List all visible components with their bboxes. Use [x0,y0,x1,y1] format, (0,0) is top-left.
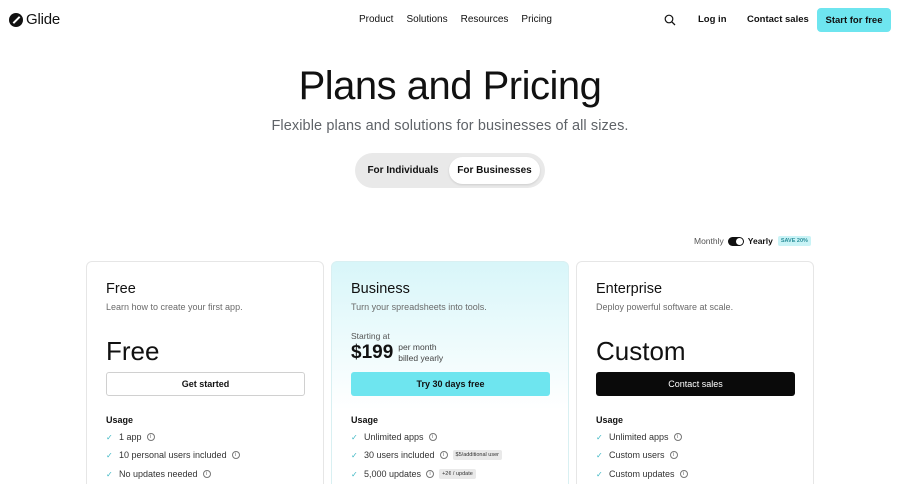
plan-description: Turn your spreadsheets into tools. [351,302,487,312]
feature-item: ✓ No updates needed i [106,469,211,479]
glide-logo-icon [9,12,23,27]
info-icon[interactable]: i [146,433,155,441]
save-badge: SAVE 20% [777,236,811,246]
tab-for-businesses[interactable]: For Businesses [449,157,540,184]
feature-tag: $5/additional user [452,450,502,460]
nav-link-resources[interactable]: Resources [461,14,509,25]
try-30-days-free-button[interactable]: Try 30 days free [351,372,550,396]
plan-card-business: Business Turn your spreadsheets into too… [331,261,569,484]
plan-card-free: Free Learn how to create your first app.… [86,261,324,484]
feature-item: ✓ 30 users included i $5/additional user [351,450,502,460]
plan-description: Deploy powerful software at scale. [596,302,734,312]
logo-text: Glide [26,11,61,28]
info-icon[interactable]: i [673,433,682,441]
feature-text: Custom updates [609,469,675,479]
logo[interactable]: Glide [9,11,60,28]
info-icon[interactable]: i [439,451,448,459]
nav-link-pricing[interactable]: Pricing [521,14,552,25]
feature-item: ✓ 1 app i [106,432,155,442]
plan-name: Enterprise [596,281,663,297]
audience-toggle: For Individuals For Businesses [355,153,545,188]
plan-name: Free [106,281,136,297]
feature-tag: +2¢ / update [439,469,476,479]
feature-text: 1 app [119,432,142,442]
usage-heading: Usage [351,415,379,425]
plan-price: Custom [596,336,686,366]
plan-description: Learn how to create your first app. [106,302,243,312]
price-row: $199 per month billed yearly [351,342,443,364]
price-period: per month billed yearly [398,342,443,364]
feature-text: 5,000 updates [364,469,422,479]
billing-switch[interactable] [727,236,744,246]
page-subtitle: Flexible plans and solutions for busines… [271,118,629,134]
nav-link-solutions[interactable]: Solutions [406,14,447,25]
check-icon: ✓ [351,450,358,460]
info-icon[interactable]: i [669,451,678,459]
feature-text: No updates needed [119,469,198,479]
feature-item: ✓ Custom updates i [596,469,688,479]
start-for-free-button[interactable]: Start for free [817,8,891,32]
check-icon: ✓ [596,450,603,460]
login-link[interactable]: Log in [698,14,727,25]
contact-sales-button[interactable]: Contact sales [596,372,795,396]
info-icon[interactable]: i [231,451,240,459]
search-icon[interactable] [664,14,676,26]
info-icon[interactable]: i [202,470,211,478]
billing-yearly-label[interactable]: Yearly [748,236,773,246]
info-icon[interactable]: i [428,433,437,441]
feature-text: 10 personal users included [119,450,227,460]
feature-item: ✓ Unlimited apps i [351,432,437,442]
nav-links: Product Solutions Resources Pricing [359,14,565,25]
contact-sales-link[interactable]: Contact sales [747,14,809,25]
billing-toggle: Monthly Yearly SAVE 20% [694,236,811,246]
starting-at-label: Starting at [351,331,390,341]
check-icon: ✓ [106,432,113,442]
check-icon: ✓ [596,469,603,479]
check-icon: ✓ [106,469,113,479]
plan-card-enterprise: Enterprise Deploy powerful software at s… [576,261,814,484]
nav-link-product[interactable]: Product [359,14,393,25]
info-icon[interactable]: i [679,470,688,478]
plan-price: $199 [351,342,394,363]
plan-name: Business [351,281,410,297]
feature-item: ✓ 10 personal users included i [106,450,240,460]
check-icon: ✓ [351,432,358,442]
feature-text: Custom users [609,450,665,460]
check-icon: ✓ [351,469,358,479]
tab-for-individuals[interactable]: For Individuals [360,157,446,184]
feature-text: Unlimited apps [609,432,669,442]
get-started-button[interactable]: Get started [106,372,305,396]
info-icon[interactable]: i [426,470,435,478]
feature-text: Unlimited apps [364,432,424,442]
feature-item: ✓ Unlimited apps i [596,432,682,442]
feature-text: 30 users included [364,450,435,460]
billing-monthly-label[interactable]: Monthly [694,236,724,246]
usage-heading: Usage [106,415,134,425]
check-icon: ✓ [106,450,113,460]
top-nav: Glide Product Solutions Resources Pricin… [0,0,900,40]
feature-item: ✓ 5,000 updates i +2¢ / update [351,469,476,479]
plan-price: Free [106,336,160,366]
price-per-month: per month [398,342,437,352]
feature-item: ✓ Custom users i [596,450,678,460]
check-icon: ✓ [596,432,603,442]
page-title: Plans and Pricing [298,64,602,108]
usage-heading: Usage [596,415,624,425]
price-billed-yearly: billed yearly [398,353,444,363]
